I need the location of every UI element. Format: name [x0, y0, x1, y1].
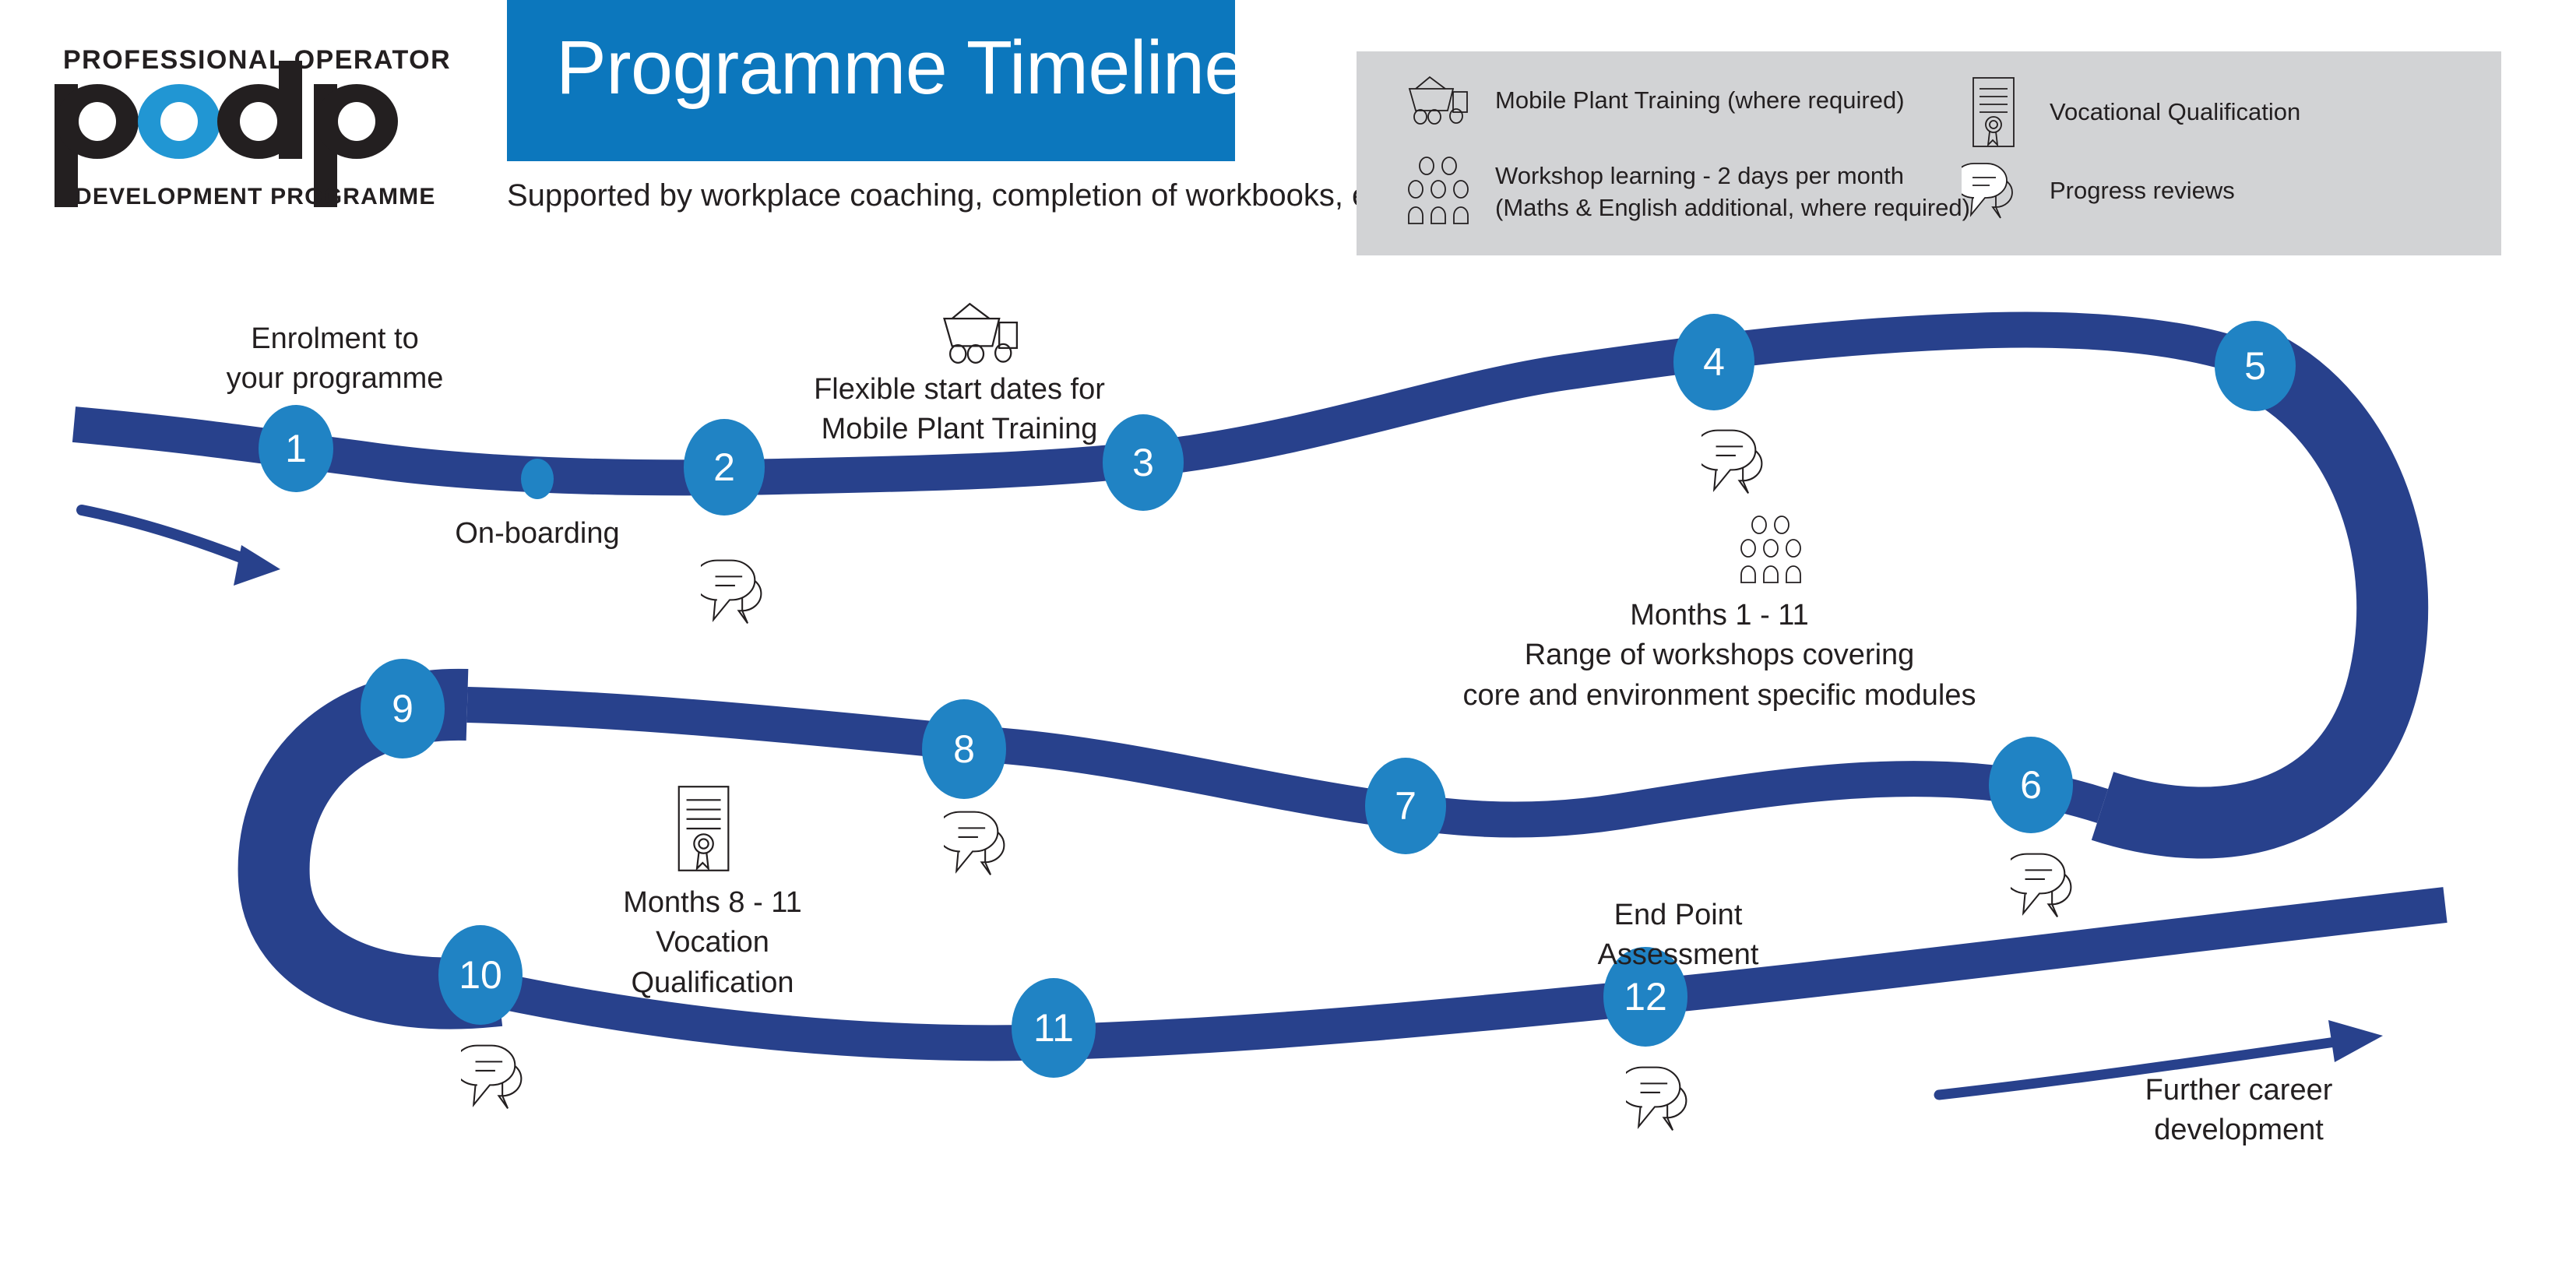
timeline-node-number: 8 [953, 727, 975, 771]
label-end-point: End Point Assessment [1597, 899, 1759, 972]
speech-bubbles-icon [461, 1042, 542, 1112]
speech-bubbles-icon [2011, 850, 2092, 920]
workshop-people-icon [1733, 516, 1814, 587]
certificate-icon [671, 779, 740, 878]
timeline-node-10[interactable]: 10 [438, 925, 523, 1025]
timeline-node-number: 2 [713, 445, 735, 489]
label-onboarding: On-boarding [455, 517, 620, 550]
timeline-node-onboarding-dot[interactable] [521, 459, 554, 499]
timeline-node-1[interactable]: 1 [259, 405, 333, 492]
timeline-node-number: 11 [1033, 1006, 1074, 1050]
timeline-node-number: 6 [2020, 763, 2042, 807]
timeline-node-number: 10 [459, 953, 502, 997]
timeline-node-5[interactable]: 5 [2215, 321, 2296, 411]
speech-bubbles-icon [1626, 1064, 1707, 1134]
timeline-node-number: 12 [1624, 975, 1667, 1019]
label-flexible-start: Flexible start dates for Mobile Plant Tr… [814, 373, 1105, 446]
label-months-8-11: Months 8 - 11 Vocation Qualification [623, 886, 802, 999]
timeline-node-8[interactable]: 8 [922, 699, 1006, 799]
timeline-node-number: 9 [392, 687, 413, 730]
label-further-career: Further career development [2145, 1074, 2333, 1147]
timeline-node-number: 4 [1703, 340, 1725, 384]
timeline-node-6[interactable]: 6 [1989, 737, 2073, 833]
timeline-node-4[interactable]: 4 [1673, 314, 1754, 410]
speech-bubbles-icon [1701, 427, 1782, 497]
speech-bubbles-icon [944, 808, 1025, 878]
timeline-node-number: 1 [285, 427, 307, 470]
start-arrow-icon [76, 505, 280, 586]
label-months-1-11: Months 1 - 11 Range of workshops coverin… [1462, 599, 1976, 712]
timeline-node-number: 7 [1395, 784, 1416, 828]
speech-bubbles-icon [701, 557, 782, 627]
timeline-node-11[interactable]: 11 [1012, 978, 1096, 1078]
mobile-plant-icon [938, 300, 1029, 367]
timeline-node-7[interactable]: 7 [1365, 758, 1446, 854]
label-enrolment: Enrolment to your programme [226, 322, 444, 396]
timeline-node-number: 5 [2244, 344, 2266, 388]
timeline-node-9[interactable]: 9 [361, 659, 445, 758]
